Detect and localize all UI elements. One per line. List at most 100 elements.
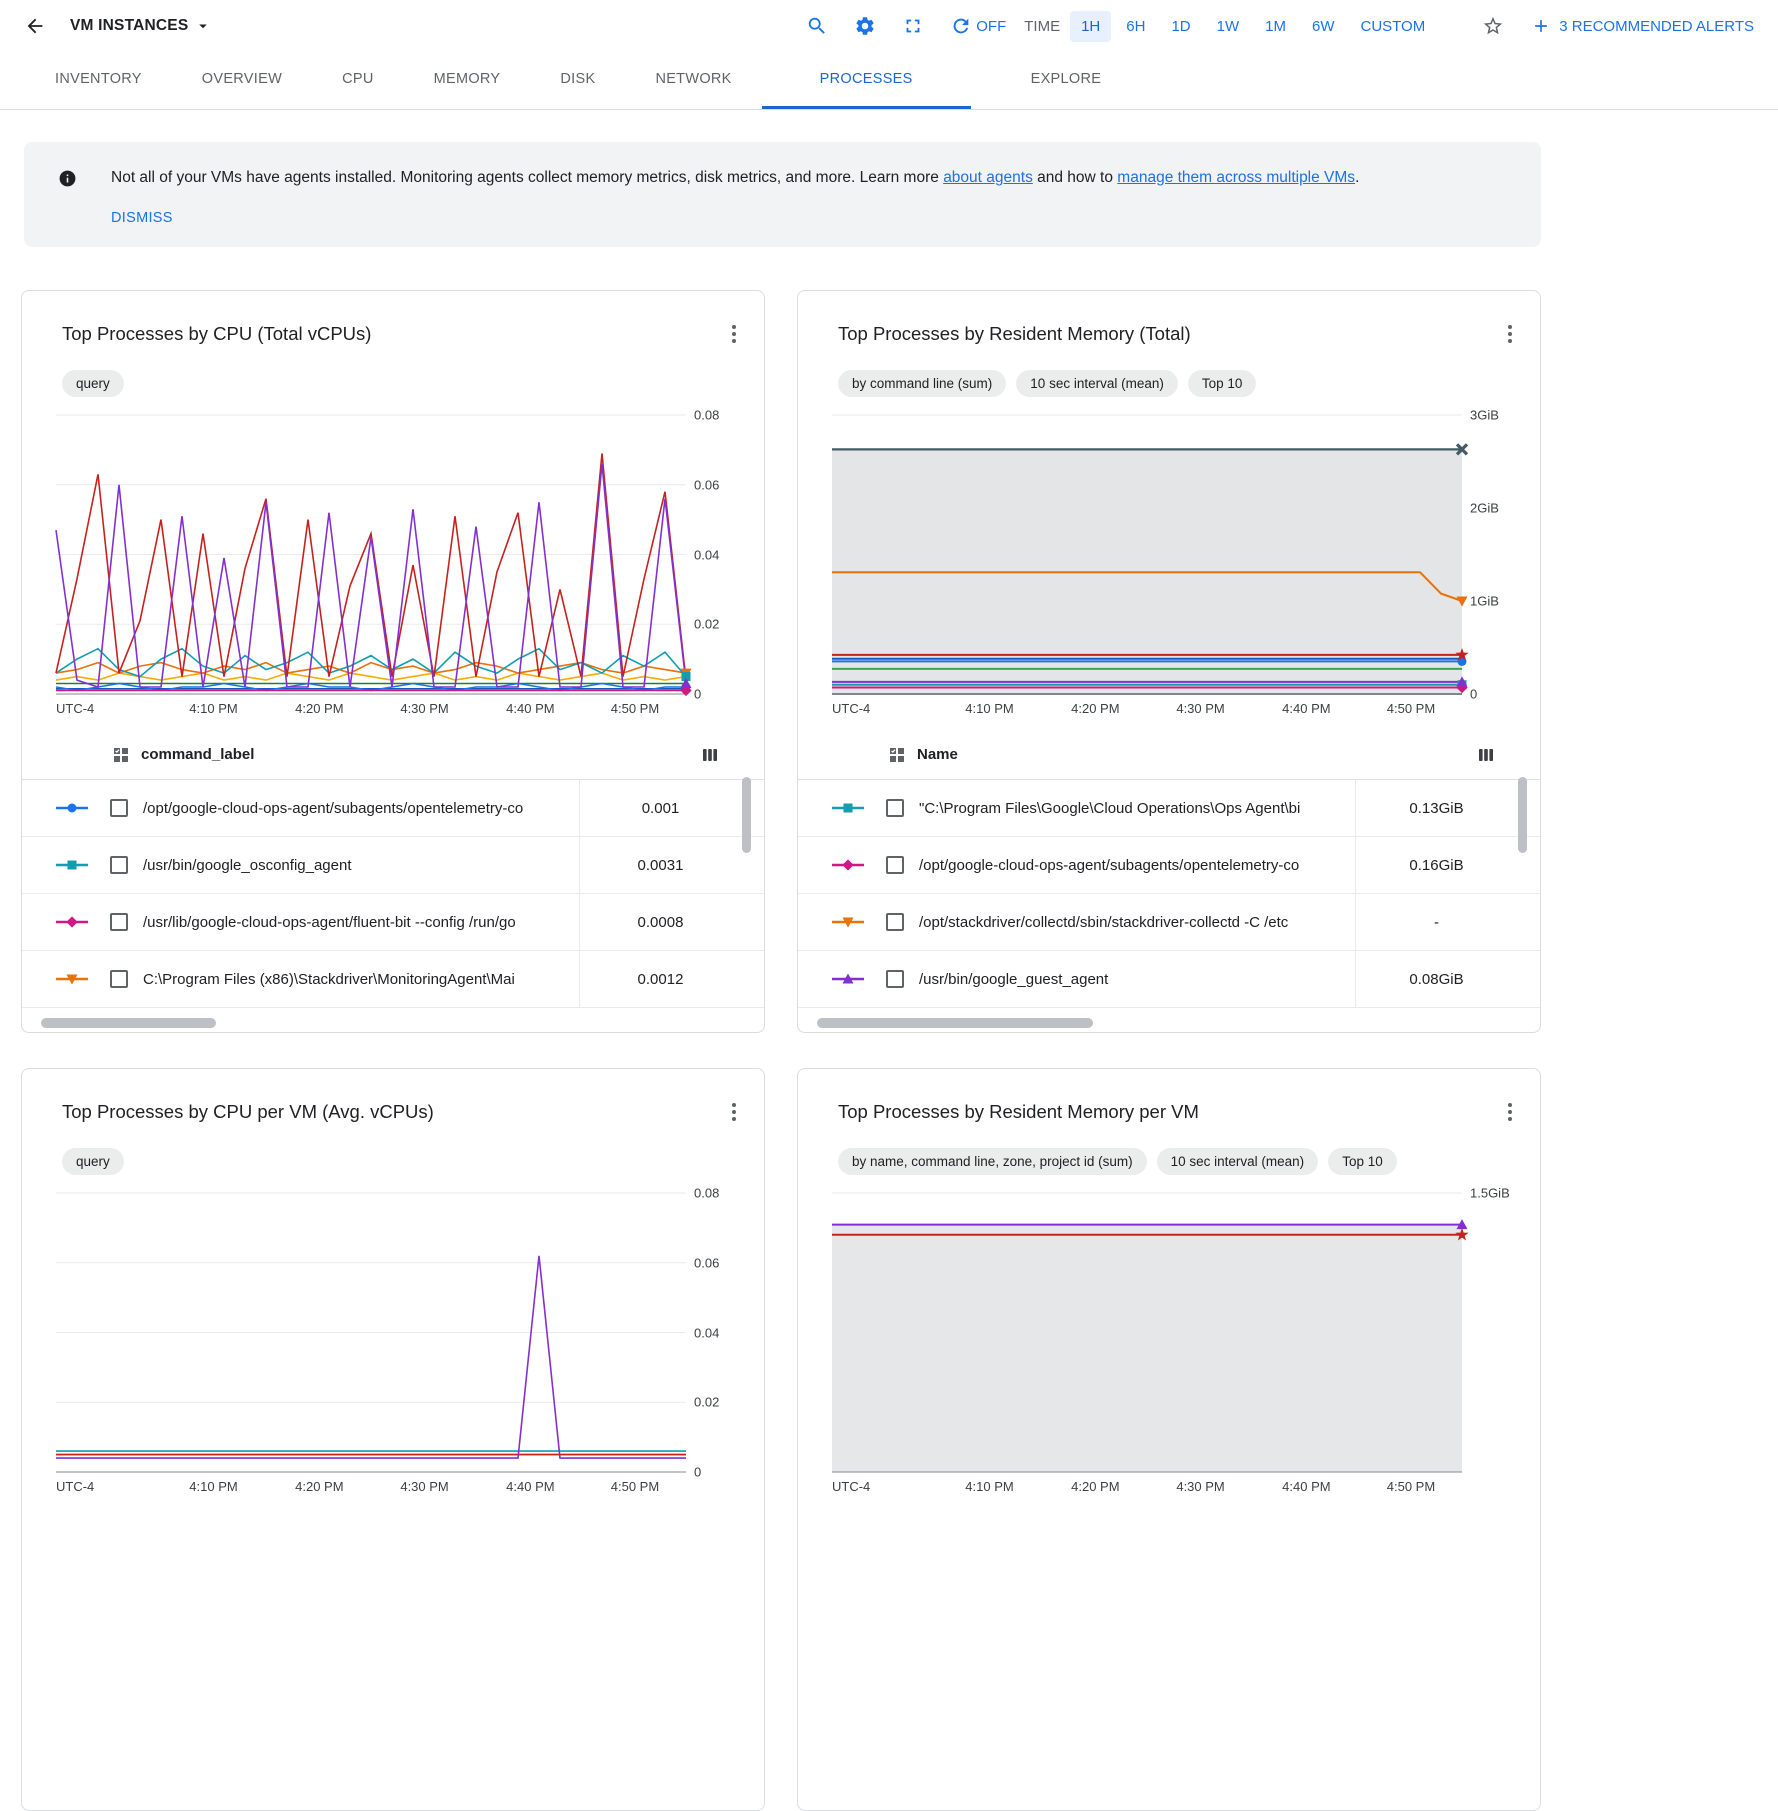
recommended-alerts-label: 3 RECOMMENDED ALERTS bbox=[1559, 18, 1754, 35]
series-marker-icon bbox=[56, 914, 88, 930]
banner-text-before: Not all of your VMs have agents installe… bbox=[111, 169, 939, 186]
time-range-button[interactable]: 1D bbox=[1160, 11, 1201, 42]
chip-row: by name, command line, zone, project id … bbox=[838, 1148, 1540, 1175]
card-top-processes-by-cpu-per-vm: Top Processes by CPU per VM (Avg. vCPUs)… bbox=[21, 1068, 765, 1811]
process-command: /opt/stackdriver/collectd/sbin/stackdriv… bbox=[919, 894, 1355, 950]
row-checkbox[interactable] bbox=[886, 856, 904, 874]
chip-row: by command line (sum) 10 sec interval (me… bbox=[838, 370, 1540, 397]
recommended-alerts-button[interactable]: 3 RECOMMENDED ALERTS bbox=[1531, 16, 1754, 36]
star-outline-icon[interactable] bbox=[1482, 15, 1504, 37]
memory-total-line-chart[interactable] bbox=[832, 407, 1462, 694]
process-command: /usr/bin/google_osconfig_agent bbox=[143, 837, 579, 893]
fullscreen-icon[interactable] bbox=[902, 15, 924, 37]
manage-columns-icon[interactable] bbox=[1478, 747, 1494, 763]
manage-columns-icon[interactable] bbox=[702, 747, 718, 763]
table-row[interactable]: /usr/lib/google-cloud-ops-agent/fluent-b… bbox=[22, 894, 764, 951]
time-range-button[interactable]: 6W bbox=[1301, 11, 1346, 42]
cpu-total-line-chart[interactable] bbox=[56, 407, 686, 694]
horizontal-scrollbar[interactable] bbox=[817, 1018, 1093, 1028]
time-range-button[interactable]: 1W bbox=[1206, 11, 1251, 42]
table-row[interactable]: /usr/bin/google_osconfig_agent 0.0031 bbox=[22, 837, 764, 894]
card-top-processes-by-cpu-total: Top Processes by CPU (Total vCPUs) query… bbox=[21, 290, 765, 1033]
filter-chip[interactable]: Top 10 bbox=[1328, 1148, 1397, 1175]
dismiss-button[interactable]: DISMISS bbox=[111, 210, 173, 226]
row-checkbox[interactable] bbox=[110, 856, 128, 874]
horizontal-scrollbar[interactable] bbox=[41, 1018, 216, 1028]
table-row[interactable]: /opt/google-cloud-ops-agent/subagents/op… bbox=[798, 837, 1540, 894]
process-command: /usr/bin/google_guest_agent bbox=[919, 951, 1355, 1007]
x-axis-labels: UTC-44:10 PM4:20 PM4:30 PM4:40 PM4:50 PM bbox=[832, 694, 1462, 718]
y-axis-labels: 0.080.060.040.020 bbox=[686, 1185, 762, 1472]
process-value: 0.0031 bbox=[579, 837, 741, 893]
auto-refresh-off-label[interactable]: OFF bbox=[976, 18, 1006, 35]
tab[interactable]: DISK bbox=[530, 52, 625, 109]
card-top-processes-by-resident-memory-per-vm: Top Processes by Resident Memory per VM … bbox=[797, 1068, 1541, 1811]
search-icon[interactable] bbox=[806, 15, 828, 37]
more-options-icon[interactable] bbox=[724, 321, 744, 352]
chip-row: query bbox=[62, 1148, 764, 1175]
vertical-scrollbar[interactable] bbox=[742, 777, 751, 853]
more-options-icon[interactable] bbox=[724, 1099, 744, 1130]
banner-text-end: . bbox=[1355, 169, 1359, 186]
process-value: 0.08GiB bbox=[1355, 951, 1517, 1007]
series-marker-icon bbox=[832, 971, 864, 987]
filter-chip[interactable]: 10 sec interval (mean) bbox=[1157, 1148, 1319, 1175]
filter-chip[interactable]: by command line (sum) bbox=[838, 370, 1006, 397]
time-range-button[interactable]: 6H bbox=[1115, 11, 1156, 42]
row-checkbox[interactable] bbox=[886, 913, 904, 931]
vertical-scrollbar[interactable] bbox=[1518, 777, 1527, 853]
process-value: 0.0008 bbox=[579, 894, 741, 950]
settings-gear-icon[interactable] bbox=[854, 15, 876, 37]
table-header-label: Name bbox=[917, 746, 958, 763]
filter-chip[interactable]: 10 sec interval (mean) bbox=[1016, 370, 1178, 397]
tab[interactable]: PROCESSES bbox=[762, 52, 971, 109]
vm-instances-dropdown[interactable]: VM INSTANCES bbox=[70, 17, 212, 35]
time-range-button[interactable]: 1M bbox=[1254, 11, 1297, 42]
card-title: Top Processes by CPU (Total vCPUs) bbox=[62, 321, 724, 347]
table-body: "C:\Program Files\Google\Cloud Operation… bbox=[798, 780, 1540, 1008]
select-columns-icon[interactable] bbox=[113, 747, 129, 763]
table-row[interactable]: "C:\Program Files\Google\Cloud Operation… bbox=[798, 780, 1540, 837]
table-header-row: Name bbox=[798, 730, 1540, 780]
table-header-row: command_label bbox=[22, 730, 764, 780]
select-columns-icon[interactable] bbox=[889, 747, 905, 763]
time-range-button[interactable]: CUSTOM bbox=[1350, 11, 1437, 42]
process-value: 0.0012 bbox=[579, 951, 741, 1007]
back-arrow-icon[interactable] bbox=[24, 15, 46, 37]
table-row[interactable]: /opt/google-cloud-ops-agent/subagents/op… bbox=[22, 780, 764, 837]
process-value: 0.16GiB bbox=[1355, 837, 1517, 893]
manage-vms-link[interactable]: manage them across multiple VMs bbox=[1117, 169, 1355, 186]
tab[interactable]: INVENTORY bbox=[25, 52, 172, 109]
tab[interactable]: EXPLORE bbox=[1001, 52, 1132, 109]
filter-chip[interactable]: query bbox=[62, 370, 124, 397]
charts-row-1: Top Processes by CPU (Total vCPUs) query… bbox=[21, 290, 1541, 1033]
tab[interactable]: MEMORY bbox=[404, 52, 531, 109]
series-marker-icon bbox=[832, 914, 864, 930]
tab[interactable]: NETWORK bbox=[625, 52, 761, 109]
tab[interactable]: OVERVIEW bbox=[172, 52, 312, 109]
time-range-button[interactable]: 1H bbox=[1070, 11, 1111, 42]
row-checkbox[interactable] bbox=[886, 970, 904, 988]
filter-chip[interactable]: query bbox=[62, 1148, 124, 1175]
table-row[interactable]: C:\Program Files (x86)\Stackdriver\Monit… bbox=[22, 951, 764, 1008]
process-value: - bbox=[1355, 894, 1517, 950]
cpu-per-vm-line-chart[interactable] bbox=[56, 1185, 686, 1472]
row-checkbox[interactable] bbox=[110, 799, 128, 817]
memory-per-vm-line-chart[interactable] bbox=[832, 1185, 1462, 1472]
banner-message: Not all of your VMs have agents installe… bbox=[111, 166, 1359, 190]
auto-refresh-icon[interactable] bbox=[950, 15, 972, 37]
filter-chip[interactable]: by name, command line, zone, project id … bbox=[838, 1148, 1147, 1175]
row-checkbox[interactable] bbox=[886, 799, 904, 817]
about-agents-link[interactable]: about agents bbox=[943, 169, 1033, 186]
table-row[interactable]: /opt/stackdriver/collectd/sbin/stackdriv… bbox=[798, 894, 1540, 951]
more-options-icon[interactable] bbox=[1500, 1099, 1520, 1130]
filter-chip[interactable]: Top 10 bbox=[1188, 370, 1257, 397]
row-checkbox[interactable] bbox=[110, 913, 128, 931]
series-marker-icon bbox=[56, 971, 88, 987]
more-options-icon[interactable] bbox=[1500, 321, 1520, 352]
agents-info-banner: Not all of your VMs have agents installe… bbox=[24, 142, 1541, 247]
y-axis-labels: 0.080.060.040.020 bbox=[686, 407, 762, 694]
table-row[interactable]: /usr/bin/google_guest_agent 0.08GiB bbox=[798, 951, 1540, 1008]
row-checkbox[interactable] bbox=[110, 970, 128, 988]
tab[interactable]: CPU bbox=[312, 52, 404, 109]
